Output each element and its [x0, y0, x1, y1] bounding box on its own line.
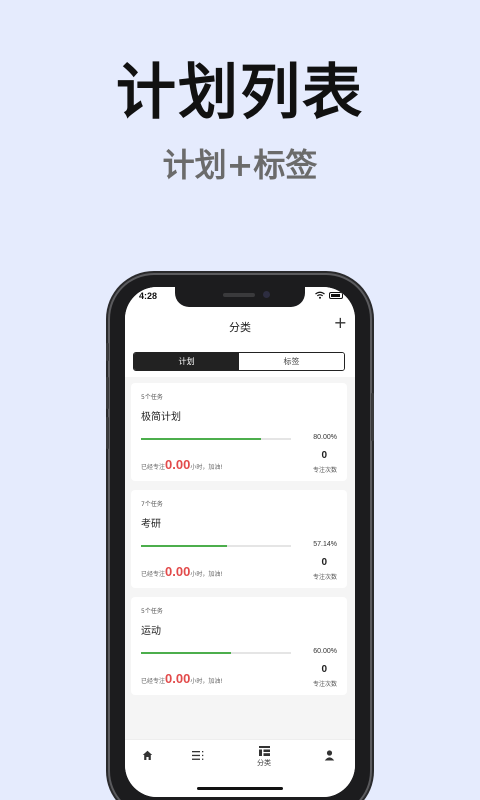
promo-title: 计划列表 [116, 58, 364, 128]
progress-fill [141, 545, 227, 547]
tab-tags[interactable]: 标签 [239, 353, 344, 370]
plan-card[interactable]: 7个任务 考研 57.14% 已经专注0.00小时，加油! 0 专注次数 [131, 490, 347, 588]
plan-card[interactable]: 5个任务 极简计划 80.00% 已经专注0.00小时，加油! 0 专注次数 [131, 383, 347, 481]
progress-fill [141, 438, 261, 440]
phone-side-button [106, 377, 109, 409]
progress-bar [141, 652, 291, 654]
focus-suffix: 小时，加油! [190, 571, 223, 578]
promo-subtitle: 计划+标签 [162, 146, 318, 184]
focus-count-label: 专注次数 [312, 681, 337, 688]
wifi-icon [315, 291, 325, 299]
phone-mockup: 4:28 分类 + 计划 标签 5个任务 极简计划 80.00% 已经专注0.0… [106, 275, 374, 800]
focus-summary: 已经专注0.00小时，加油! [141, 564, 223, 579]
focus-count-label: 专注次数 [312, 574, 337, 581]
page-title: 分类 [229, 321, 251, 334]
status-bar: 4:28 [125, 287, 355, 307]
focus-hours: 0.00 [165, 671, 191, 686]
tab-home[interactable] [132, 750, 162, 761]
tab-profile[interactable] [314, 750, 344, 761]
focus-count-label: 专注次数 [312, 467, 337, 474]
tab-category[interactable]: 分类 [249, 746, 279, 768]
task-count: 5个任务 [141, 394, 163, 401]
plan-name: 考研 [141, 519, 161, 530]
focus-count: 0 [321, 450, 327, 461]
home-icon [142, 750, 152, 760]
focus-suffix: 小时，加油! [190, 464, 223, 471]
focus-count: 0 [321, 557, 327, 568]
speaker [223, 293, 255, 297]
app-screen: 4:28 分类 + 计划 标签 5个任务 极简计划 80.00% 已经专注0.0… [125, 287, 355, 797]
home-indicator [197, 787, 283, 790]
phone-side-button [106, 343, 109, 361]
task-count: 5个任务 [141, 608, 163, 615]
segmented-control: 计划 标签 [133, 352, 345, 371]
navbar: 分类 + [125, 307, 355, 343]
progress-bar [141, 545, 291, 547]
focus-count: 0 [321, 664, 327, 675]
focus-prefix: 已经专注 [141, 464, 166, 471]
plan-card[interactable]: 5个任务 运动 60.00% 已经专注0.00小时，加油! 0 专注次数 [131, 597, 347, 695]
progress-bar [141, 438, 291, 440]
tab-plan[interactable]: 计划 [134, 353, 239, 370]
progress-percent: 60.00% [313, 648, 337, 655]
status-time: 4:28 [139, 291, 158, 301]
status-icons [315, 291, 343, 299]
segment-bar: 计划 标签 [125, 343, 355, 377]
focus-prefix: 已经专注 [141, 678, 166, 685]
focus-summary: 已经专注0.00小时，加油! [141, 457, 223, 472]
plan-name: 运动 [141, 626, 161, 637]
progress-fill [141, 652, 231, 654]
tab-list[interactable] [183, 750, 213, 761]
profile-icon [324, 750, 334, 761]
focus-hours: 0.00 [165, 564, 191, 579]
task-count: 7个任务 [141, 501, 163, 508]
plan-name: 极简计划 [141, 412, 181, 423]
battery-icon [329, 291, 343, 299]
notch [175, 287, 305, 307]
focus-prefix: 已经专注 [141, 571, 166, 578]
phone-side-button [371, 393, 374, 441]
progress-percent: 80.00% [313, 434, 337, 441]
focus-summary: 已经专注0.00小时，加油! [141, 671, 223, 686]
tab-category-label: 分类 [257, 759, 271, 767]
list-icon [192, 751, 204, 760]
phone-side-button [106, 417, 109, 449]
add-icon[interactable]: + [334, 315, 347, 331]
focus-suffix: 小时，加油! [190, 678, 223, 685]
camera [263, 291, 270, 298]
focus-hours: 0.00 [165, 457, 191, 472]
progress-percent: 57.14% [313, 541, 337, 548]
category-icon [258, 746, 270, 756]
